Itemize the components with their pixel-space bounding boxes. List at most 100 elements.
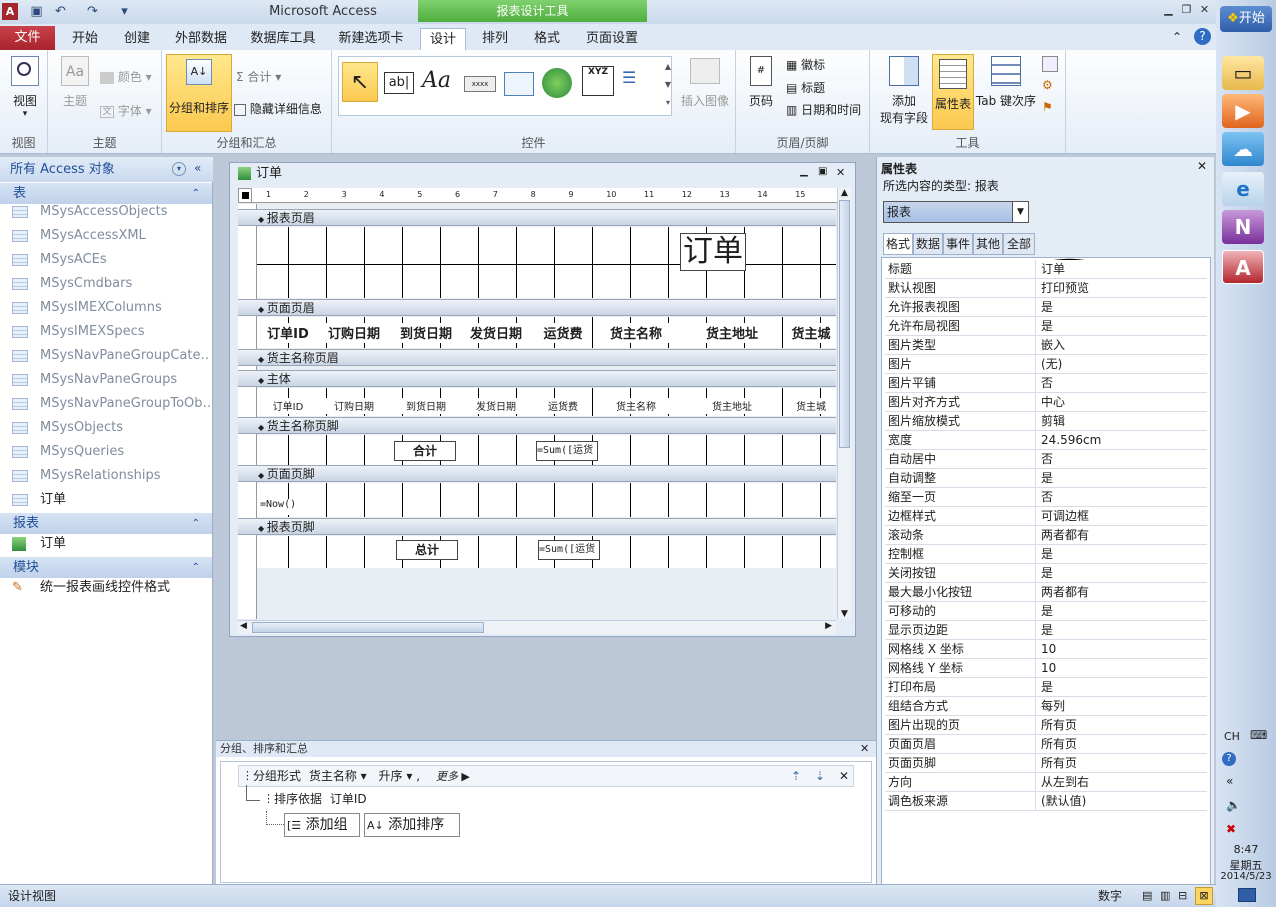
drag-handle-icon[interactable]: ⋮: [263, 789, 274, 809]
section-bar-page-header[interactable]: ◆ 页面页眉: [238, 299, 836, 316]
access-taskbar-icon[interactable]: A: [1222, 250, 1264, 284]
title-button[interactable]: ▤ 标题: [786, 79, 825, 96]
tab-arrange[interactable]: 排列: [472, 28, 518, 50]
drag-handle-icon[interactable]: ⋮: [242, 766, 253, 786]
column-header-label[interactable]: 订单ID: [260, 323, 316, 343]
property-value[interactable]: 所有页: [1041, 754, 1077, 773]
doc-restore-icon[interactable]: ▣: [818, 166, 827, 177]
volume-icon[interactable]: 🔈: [1226, 798, 1241, 812]
column-header-label[interactable]: 订购日期: [322, 323, 386, 343]
detail-field-textbox[interactable]: 订购日期: [322, 398, 386, 414]
property-value[interactable]: 可调边框: [1041, 507, 1089, 526]
column-header-label[interactable]: 运货费: [536, 323, 590, 343]
nav-item-table[interactable]: 订单: [12, 488, 210, 512]
scroll-thumb[interactable]: [839, 200, 850, 448]
property-row[interactable]: 关闭按钮是: [885, 564, 1207, 583]
property-row[interactable]: 控制框是: [885, 545, 1207, 564]
scroll-right-icon[interactable]: ▶: [825, 621, 832, 631]
keyboard-icon[interactable]: ⌨: [1250, 728, 1267, 742]
report-total-textbox[interactable]: =Sum([运货: [538, 540, 600, 560]
property-row[interactable]: 图片出现的页 所有页: [885, 716, 1207, 735]
nav-item-table[interactable]: MSysAccessXML: [12, 224, 210, 248]
detail-field-textbox[interactable]: 货主名称: [596, 398, 676, 414]
property-tab[interactable]: 数据: [913, 233, 943, 255]
property-value[interactable]: 所有页: [1041, 735, 1077, 754]
taskbar-lang[interactable]: CH: [1224, 730, 1240, 743]
restore-icon[interactable]: ❐: [1178, 3, 1195, 19]
view-report-icon[interactable]: ▤: [1142, 885, 1152, 907]
button-control-icon[interactable]: xxxx: [464, 76, 496, 92]
totals-button[interactable]: Σ 合计 ▾: [236, 68, 281, 85]
property-value[interactable]: 订单: [1041, 260, 1065, 279]
property-row[interactable]: 最大最小化按钮 两者都有: [885, 583, 1207, 602]
group-more-link[interactable]: 更多 ▶: [436, 770, 470, 783]
select-pointer-icon[interactable]: ↖: [342, 62, 378, 102]
nav-item-module[interactable]: ✎ 统一报表画线控件格式: [12, 576, 210, 600]
combo-dropdown-icon[interactable]: ▼: [1012, 202, 1028, 222]
nav-item-table[interactable]: MSysIMEXSpecs: [12, 320, 210, 344]
property-value[interactable]: 所有页: [1041, 716, 1077, 735]
report-title-label[interactable]: 订单: [680, 233, 746, 271]
hscroll-thumb[interactable]: [252, 622, 484, 633]
detail-field-textbox[interactable]: 运货费: [536, 398, 590, 414]
navigation-control-icon[interactable]: ☰: [622, 68, 650, 98]
property-row[interactable]: 图片缩放模式 剪辑: [885, 412, 1207, 431]
tray-help-icon[interactable]: ?: [1222, 752, 1236, 766]
property-tab[interactable]: 全部: [1003, 233, 1035, 255]
nav-menu-chevron-icon[interactable]: ▾: [172, 162, 186, 176]
property-row[interactable]: 图片平铺否: [885, 374, 1207, 393]
hyperlink-control-icon[interactable]: [542, 68, 572, 98]
property-value[interactable]: 嵌入: [1041, 336, 1065, 355]
property-sheet-button[interactable]: 属性表: [932, 54, 974, 130]
group-sort-button[interactable]: A↓ 分组和排序: [166, 54, 232, 132]
property-row[interactable]: 图片类型 嵌入: [885, 336, 1207, 355]
nav-item-table[interactable]: MSysObjects: [12, 416, 210, 440]
move-down-icon[interactable]: ⇣: [815, 766, 825, 786]
add-fields-button[interactable]: 添加 现有字段: [876, 56, 932, 126]
insert-image-button[interactable]: 插入图像: [678, 58, 732, 109]
property-value[interactable]: 否: [1041, 374, 1053, 393]
tab-control-icon[interactable]: [504, 72, 534, 96]
property-row[interactable]: 打印布局是: [885, 678, 1207, 697]
property-row[interactable]: 缩至一页否: [885, 488, 1207, 507]
property-row[interactable]: 图片对齐方式 中心: [885, 393, 1207, 412]
horizontal-scrollbar[interactable]: ◀ ▶: [238, 620, 836, 634]
close-icon[interactable]: ✕: [1196, 3, 1213, 19]
group-total-label[interactable]: 合计: [394, 441, 456, 461]
tab-external-data[interactable]: 外部数据: [168, 28, 234, 50]
detail-field-textbox[interactable]: 货主地址: [682, 398, 782, 414]
property-row[interactable]: 允许报表视图是: [885, 298, 1207, 317]
column-header-label[interactable]: 货主名称: [596, 323, 676, 343]
section-bar-group-header[interactable]: ◆ 货主名称页眉: [238, 349, 836, 366]
tab-database-tools[interactable]: 数据库工具: [244, 28, 322, 50]
property-value[interactable]: (默认值): [1041, 792, 1086, 811]
nav-item-table[interactable]: MSysQueries: [12, 440, 210, 464]
view-layout-icon[interactable]: ⊟: [1178, 885, 1187, 907]
add-group-button[interactable]: [☰ 添加组: [284, 813, 360, 837]
property-value[interactable]: 是: [1041, 678, 1053, 697]
property-value[interactable]: 两者都有: [1041, 583, 1089, 602]
group-row[interactable]: ⋮ 分组形式 货主名称 ▾ 升序 ▾ , 更多 ▶ ⇡ ⇣ ✕: [238, 765, 854, 787]
group-order-dropdown[interactable]: 升序 ▾ ,: [379, 769, 420, 783]
property-value[interactable]: 否: [1041, 450, 1053, 469]
detail-field-textbox[interactable]: 货主城: [786, 398, 836, 414]
property-row[interactable]: 调色板来源 (默认值): [885, 792, 1207, 811]
doc-close-icon[interactable]: ✕: [836, 166, 845, 179]
shutter-bar-icon[interactable]: «: [194, 161, 201, 175]
property-value[interactable]: 是: [1041, 564, 1053, 583]
property-value[interactable]: 每列: [1041, 697, 1065, 716]
view-print-preview-icon[interactable]: ▥: [1160, 885, 1170, 907]
nav-section-reports[interactable]: 报表 ⌃: [0, 513, 212, 534]
view-button[interactable]: 视图 ▾: [6, 56, 44, 119]
section-bar-report-footer[interactable]: ◆ 报表页脚: [238, 518, 836, 535]
page-footer-now-textbox[interactable]: =Now(): [260, 499, 300, 515]
tray-expand-icon[interactable]: «: [1226, 774, 1233, 788]
property-row[interactable]: 默认视图 打印预览: [885, 279, 1207, 298]
hide-details-button[interactable]: 隐藏详细信息: [234, 100, 322, 117]
property-value[interactable]: 打印预览: [1041, 279, 1089, 298]
property-row[interactable]: 组结合方式 每列: [885, 697, 1207, 716]
page-number-button[interactable]: # 页码: [744, 56, 778, 109]
nav-item-table[interactable]: MSysACEs: [12, 248, 210, 272]
tab-page-setup[interactable]: 页面设置: [580, 28, 644, 50]
property-value[interactable]: 是: [1041, 317, 1053, 336]
